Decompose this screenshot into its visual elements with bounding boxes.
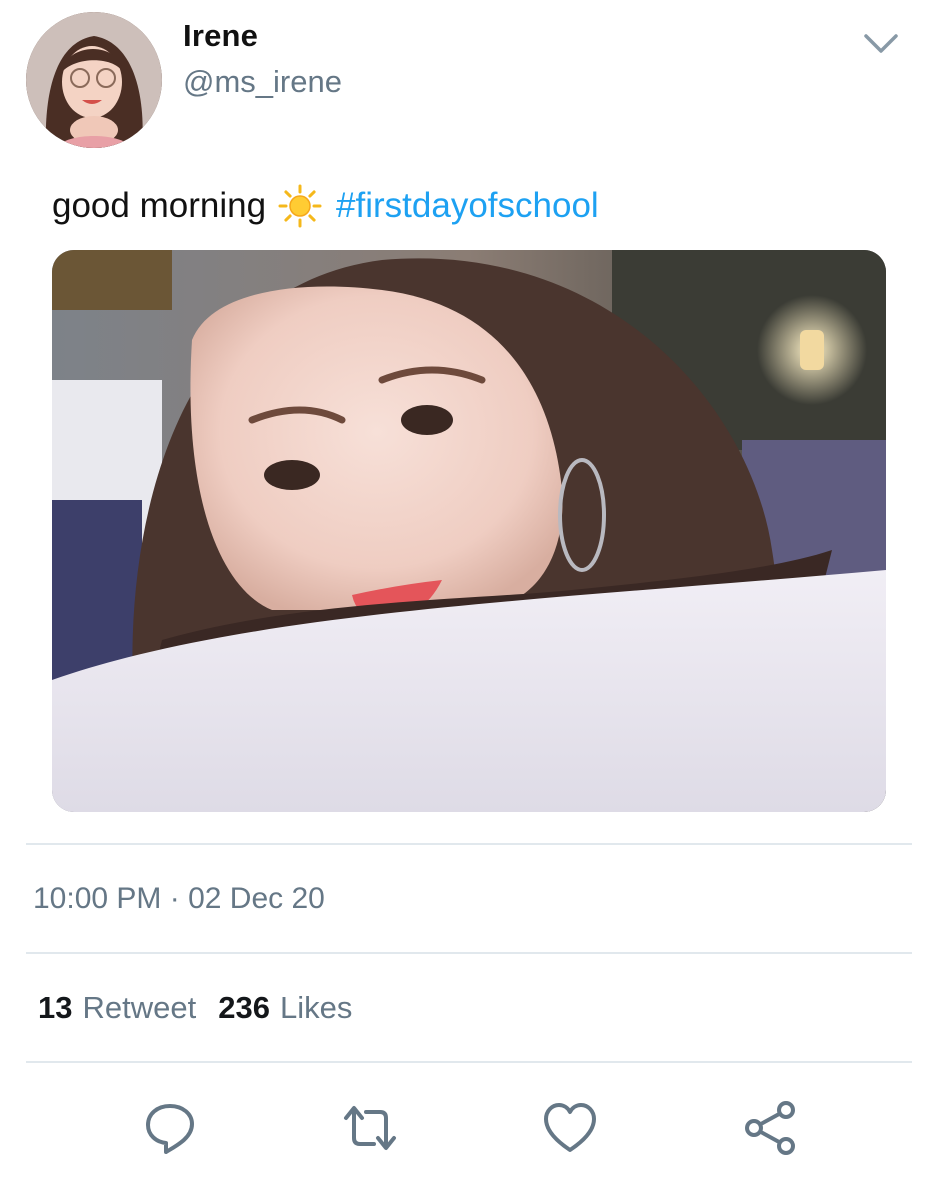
reply-icon[interactable] <box>142 1100 198 1156</box>
chevron-down-icon[interactable] <box>862 30 900 58</box>
retweets-label: Retweet <box>82 990 197 1025</box>
like-icon[interactable] <box>542 1100 598 1156</box>
author-handle[interactable]: @ms_irene <box>183 64 342 100</box>
hashtag-link[interactable]: #firstdayofschool <box>336 186 599 226</box>
retweet-icon[interactable] <box>342 1100 398 1156</box>
retweets-stat[interactable]: 13 Retweet <box>38 990 196 1026</box>
likes-label: Likes <box>279 990 353 1025</box>
retweets-count: 13 <box>38 990 73 1025</box>
divider <box>26 843 912 845</box>
sun-icon <box>278 184 322 228</box>
divider <box>26 952 912 954</box>
tweet-stats: 13 Retweet 236 Likes <box>38 990 352 1026</box>
avatar[interactable] <box>26 12 162 148</box>
divider <box>26 1061 912 1063</box>
tweet-text: good morning #firstdayofschool <box>52 184 599 228</box>
author-name[interactable]: Irene <box>183 18 258 54</box>
tweet-photo[interactable] <box>52 250 886 812</box>
avatar-image <box>26 12 162 148</box>
tweet-timestamp[interactable]: 10:00 PM · 02 Dec 20 <box>33 882 325 916</box>
likes-count: 236 <box>218 990 270 1025</box>
photo-image <box>52 250 886 812</box>
likes-stat[interactable]: 236 Likes <box>218 990 352 1026</box>
tweet-body: good morning <box>52 186 267 225</box>
share-icon[interactable] <box>742 1100 798 1156</box>
